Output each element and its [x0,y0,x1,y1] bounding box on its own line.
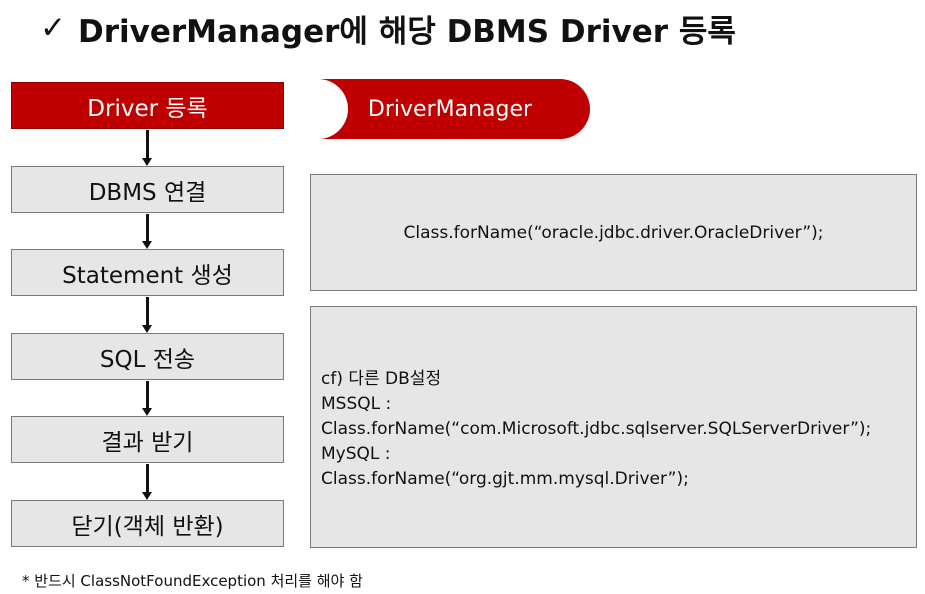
mysql-code: Class.forName(“org.gjt.mm.mysql.Driver”)… [321,469,689,489]
checkmark-icon: ✓ [40,10,66,46]
oracle-driver-code: Class.forName(“oracle.jdbc.driver.Oracle… [403,222,824,243]
footnote: * 반드시 ClassNotFoundException 처리를 해야 함 [22,572,363,590]
step-statement-create: Statement 생성 [11,249,284,296]
driver-manager-label: DriverManager [367,96,533,122]
other-db-code-box: cf) 다른 DB설정 MSSQL : Class.forName(“com.M… [310,306,917,548]
step-sql-send: SQL 전송 [11,333,284,380]
step-driver-register: Driver 등록 [11,82,284,129]
oracle-driver-code-box: Class.forName(“oracle.jdbc.driver.Oracle… [310,174,917,291]
flow-arrow-4 [142,381,152,416]
flow-arrow-1 [142,130,152,166]
page-title: ✓ DriverManager에 해당 DBMS Driver 등록 [40,6,920,50]
page-title-text: DriverManager에 해당 DBMS Driver 등록 [78,13,736,50]
other-db-heading: cf) 다른 DB설정 [321,369,442,389]
step-dbms-connect: DBMS 연결 [11,166,284,213]
flow-arrow-2 [142,214,152,249]
mysql-label: MySQL : [321,444,391,464]
flow-arrow-3 [142,297,152,333]
mssql-label: MSSQL : [321,394,392,414]
step-receive-result: 결과 받기 [11,416,284,463]
mssql-code: Class.forName(“com.Microsoft.jdbc.sqlser… [321,419,872,439]
flow-arrow-5 [142,464,152,500]
step-close: 닫기(객체 반환) [11,500,284,547]
